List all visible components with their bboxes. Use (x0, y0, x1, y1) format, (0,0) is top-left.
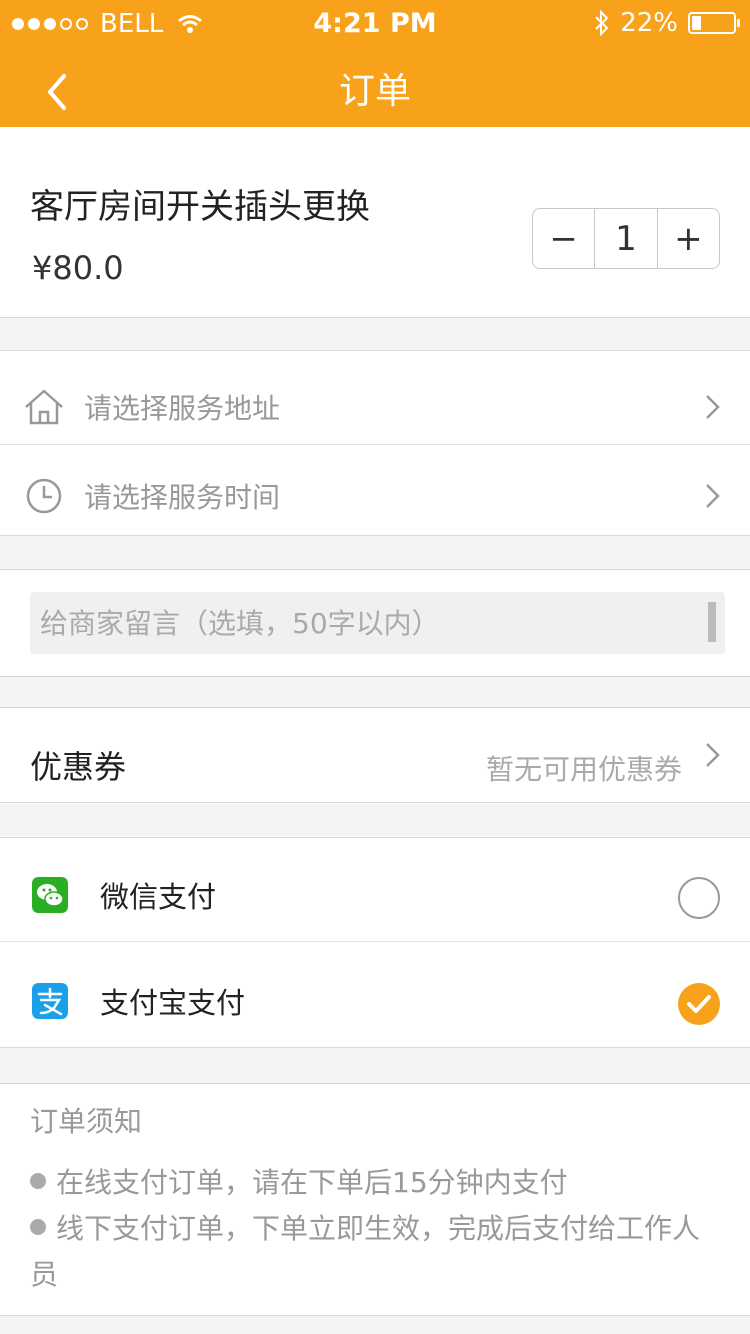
quantity-value: 1 (594, 209, 656, 268)
checkmark-icon (687, 995, 711, 1013)
alipay-radio-selected[interactable] (678, 983, 720, 1025)
notice-list: 在线支付订单，请在下单后15分钟内支付 线下支付订单，下单立即生效，完成后支付给… (30, 1160, 710, 1298)
address-row[interactable]: 请选择服务地址 (0, 361, 750, 453)
row-divider (0, 444, 750, 445)
alipay-icon (32, 983, 68, 1019)
order-notice-card: 订单须知 在线支付订单，请在下单后15分钟内支付 线下支付订单，下单立即生效，完… (0, 1083, 750, 1316)
service-card: 请选择服务地址 请选择服务时间 (0, 350, 750, 536)
coupon-card[interactable]: 优惠券 暂无可用优惠券 (0, 707, 750, 803)
wechat-icon (32, 877, 68, 913)
product-name: 客厅房间开关插头更换 (30, 187, 370, 227)
notice-title: 订单须知 (30, 1105, 143, 1138)
chevron-right-icon (706, 395, 720, 419)
product-price: ¥80.0 (32, 249, 124, 287)
message-card (0, 569, 750, 677)
nav-bar: 订单 (0, 48, 750, 127)
notice-item: 线下支付订单，下单立即生效，完成后支付给工作人员 (30, 1212, 701, 1291)
payment-option-wechat[interactable]: 微信支付 (0, 838, 750, 942)
decrease-button[interactable]: − (533, 209, 594, 268)
bullet-icon (30, 1219, 46, 1235)
time-row[interactable]: 请选择服务时间 (0, 450, 750, 542)
address-placeholder: 请选择服务地址 (84, 392, 281, 425)
battery-percent: 22% (620, 8, 678, 38)
chevron-right-icon (706, 743, 720, 767)
input-scroll-indicator (708, 602, 716, 642)
bullet-icon (30, 1173, 46, 1189)
home-icon (25, 389, 63, 425)
chevron-right-icon (706, 484, 720, 508)
wechat-radio[interactable] (678, 877, 720, 919)
payment-option-alipay[interactable]: 支付宝支付 (0, 942, 750, 1046)
increase-button[interactable]: + (656, 209, 719, 268)
clock-icon (26, 478, 62, 514)
bluetooth-icon (595, 10, 609, 36)
page-title: 订单 (338, 71, 411, 112)
coupon-label: 优惠券 (30, 748, 127, 786)
notice-item: 在线支付订单，请在下单后15分钟内支付 (30, 1160, 710, 1206)
status-bar-right: 22% (594, 8, 740, 38)
coupon-value: 暂无可用优惠券 (485, 753, 682, 786)
payment-label: 微信支付 (100, 880, 217, 914)
merchant-message-input[interactable] (30, 592, 725, 654)
quantity-stepper: − 1 + (532, 208, 720, 269)
time-placeholder: 请选择服务时间 (84, 481, 281, 514)
payment-card: 微信支付 支付宝支付 (0, 837, 750, 1048)
payment-label: 支付宝支付 (100, 986, 246, 1020)
status-bar: BELL 4:21 PM 22% (0, 0, 750, 48)
battery-icon (688, 12, 740, 34)
product-card: 客厅房间开关插头更换 ¥80.0 − 1 + (0, 127, 750, 318)
app-header: BELL 4:21 PM 22% 订单 (0, 0, 750, 127)
